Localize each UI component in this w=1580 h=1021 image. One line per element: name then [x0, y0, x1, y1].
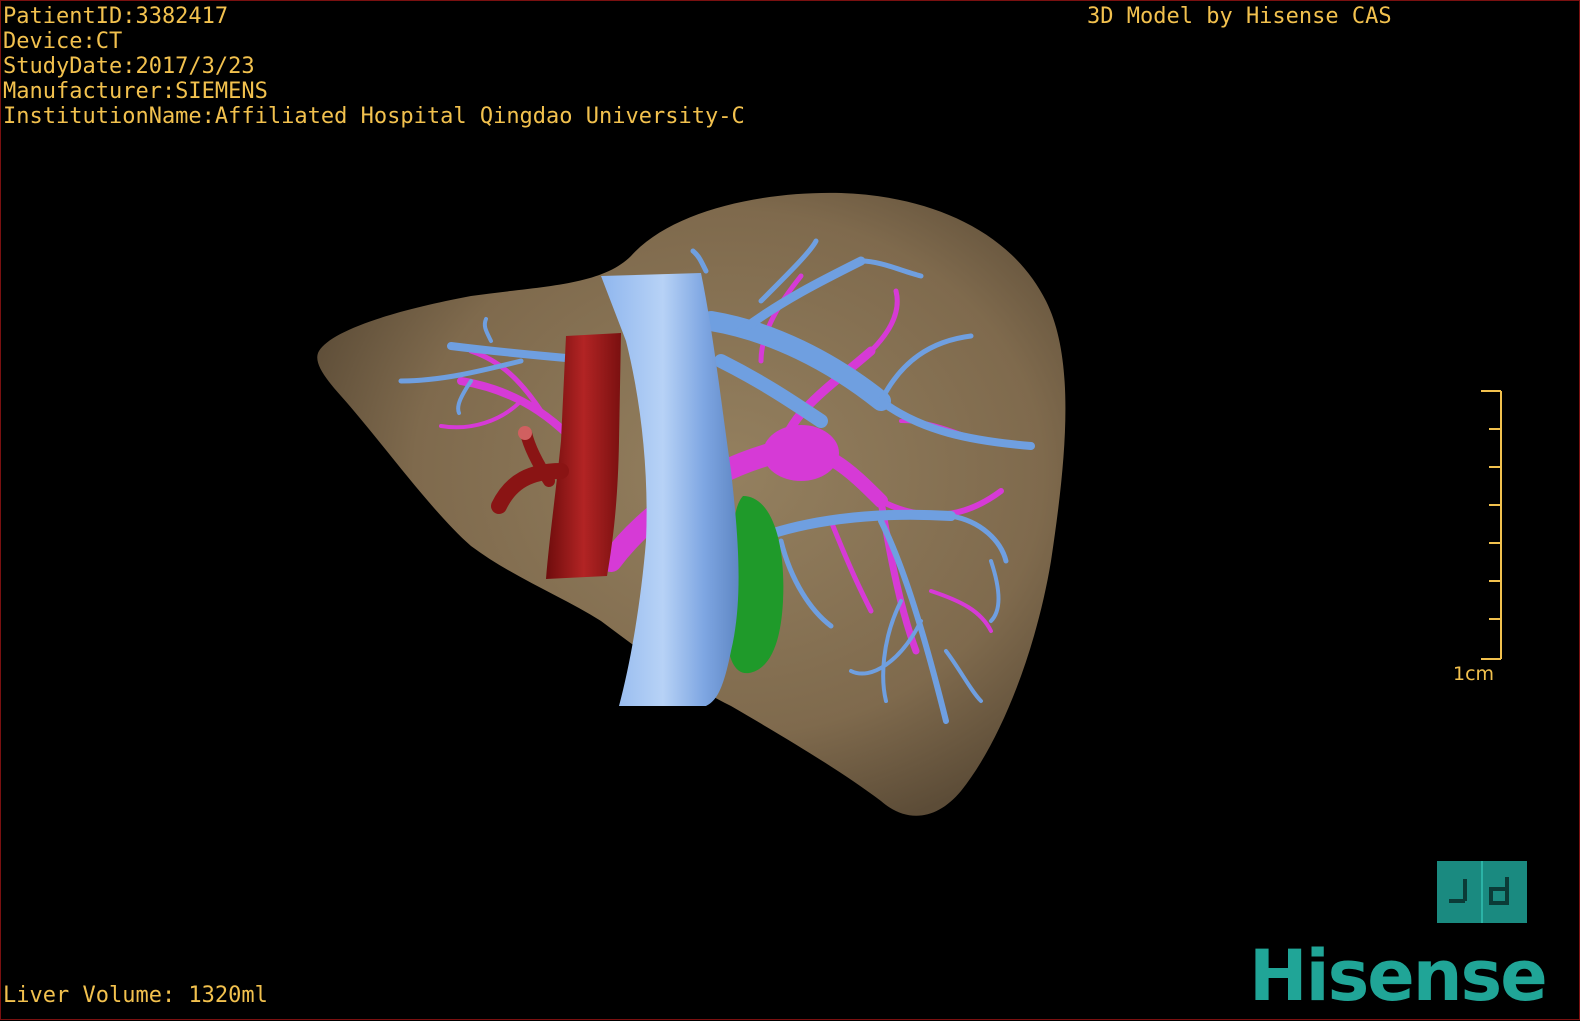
patient-id: PatientID:3382417	[3, 4, 229, 29]
liver-3d-model[interactable]	[1, 1, 1580, 1021]
patient-info-overlay: PatientID:3382417 Device:CT StudyDate:20…	[3, 4, 745, 129]
model-credit: 3D Model by Hisense CAS	[1087, 4, 1392, 29]
institution-name: InstitutionName:Affiliated Hospital Qing…	[3, 104, 745, 129]
view-orientation-icon[interactable]	[1437, 861, 1527, 923]
orientation-glyph	[1449, 861, 1509, 923]
device: Device:CT	[3, 29, 123, 54]
liver-volume: Liver Volume: 1320ml	[3, 983, 268, 1008]
scale-label: 1cm	[1453, 663, 1495, 685]
study-date: StudyDate:2017/3/23	[3, 54, 255, 79]
hisense-logo: Hisense	[1249, 935, 1548, 1017]
manufacturer: Manufacturer:SIEMENS	[3, 79, 268, 104]
scale-bar	[1481, 390, 1502, 660]
3d-viewport[interactable]: PatientID:3382417 Device:CT StudyDate:20…	[0, 0, 1580, 1020]
